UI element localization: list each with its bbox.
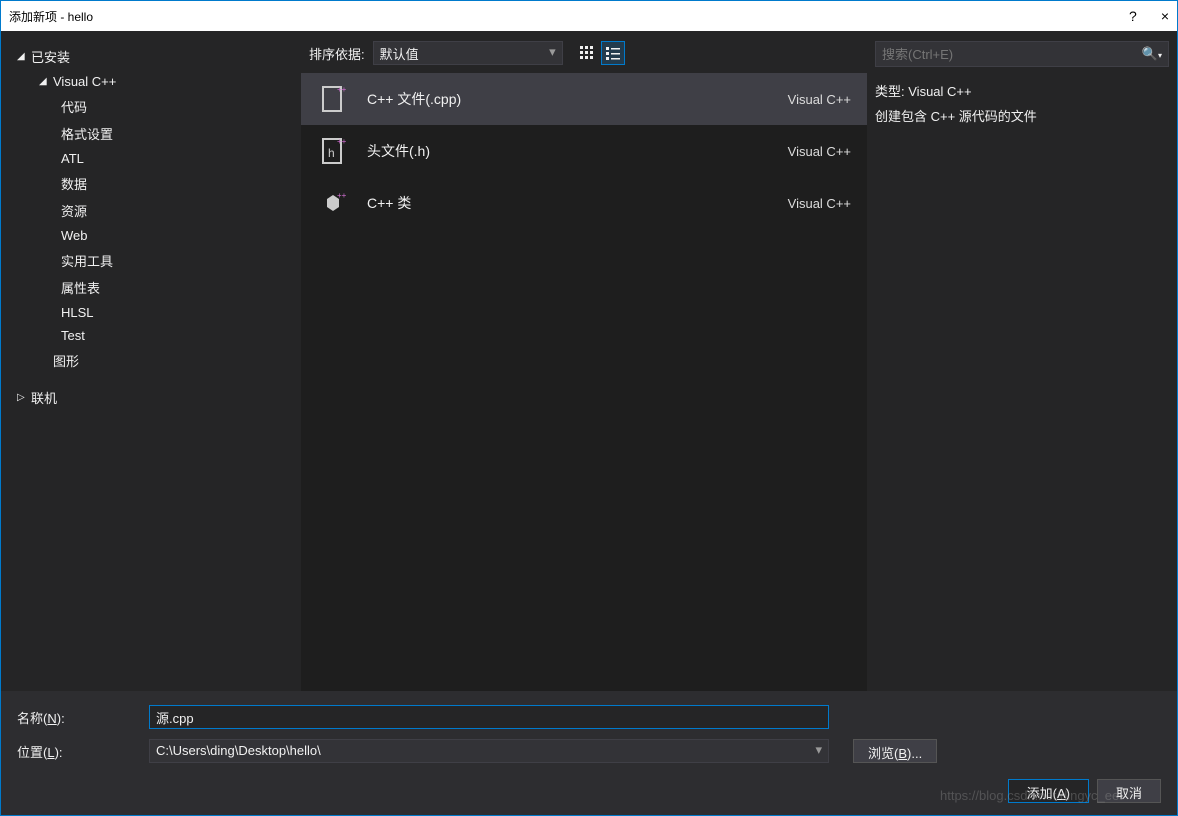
tree-test[interactable]: Test: [5, 324, 293, 347]
template-list: ++ C++ 文件(.cpp) Visual C++ h++ 头文件(.h) V…: [301, 73, 867, 691]
location-input[interactable]: C:\Users\ding\Desktop\hello\: [149, 739, 829, 763]
search-icon[interactable]: 🔍▾: [1142, 46, 1162, 62]
bottom-form: 名称(N): 位置(L): C:\Users\ding\Desktop\hell…: [1, 691, 1177, 813]
tree-web[interactable]: Web: [5, 224, 293, 247]
window-title: 添加新项 - hello: [9, 8, 1129, 25]
tree-visual-cpp[interactable]: ◢ Visual C++: [5, 70, 293, 93]
category-sidebar: ◢ 已安装 ◢ Visual C++ 代码 格式设置 ATL 数据 资源 Web…: [1, 31, 301, 691]
tree-online[interactable]: ▷ 联机: [5, 384, 293, 411]
tree-utility[interactable]: 实用工具: [5, 247, 293, 274]
list-icon: [606, 46, 620, 60]
template-name: C++ 类: [367, 193, 788, 213]
svg-text:++: ++: [337, 85, 347, 94]
template-name: C++ 文件(.cpp): [367, 89, 788, 109]
template-lang: Visual C++: [788, 196, 851, 211]
template-name: 头文件(.h): [367, 141, 788, 161]
tree-resource[interactable]: 资源: [5, 197, 293, 224]
tree-format[interactable]: 格式设置: [5, 120, 293, 147]
tree-installed[interactable]: ◢ 已安装: [5, 43, 293, 70]
location-label: 位置(L):: [17, 742, 149, 761]
type-label: 类型:: [875, 84, 905, 99]
view-grid-button[interactable]: [575, 41, 599, 65]
search-input[interactable]: [882, 47, 1142, 62]
tree-code[interactable]: 代码: [5, 93, 293, 120]
search-box[interactable]: 🔍▾: [875, 41, 1169, 67]
tree-label: 联机: [31, 388, 57, 407]
add-button[interactable]: 添加(A): [1008, 779, 1089, 803]
titlebar: 添加新项 - hello ? ×: [1, 1, 1177, 31]
sort-label: 排序依据:: [309, 44, 365, 63]
description: 创建包含 C++ 源代码的文件: [875, 106, 1169, 125]
tree-graphics[interactable]: 图形: [5, 347, 293, 374]
chevron-down-icon: ◢: [39, 76, 49, 87]
cpp-file-icon: ++: [317, 83, 349, 115]
tree-label: 已安装: [31, 47, 70, 66]
details-pane: 🔍▾ 类型: Visual C++ 创建包含 C++ 源代码的文件: [867, 31, 1177, 691]
template-cpp-class[interactable]: ++ C++ 类 Visual C++: [301, 177, 867, 229]
chevron-right-icon: ▷: [17, 392, 27, 403]
svg-text:h: h: [328, 146, 335, 160]
template-lang: Visual C++: [788, 144, 851, 159]
tree-label: Visual C++: [53, 74, 116, 89]
name-input[interactable]: [149, 705, 829, 729]
template-cpp-file[interactable]: ++ C++ 文件(.cpp) Visual C++: [301, 73, 867, 125]
tree-propsheet[interactable]: 属性表: [5, 274, 293, 301]
svg-text:++: ++: [337, 137, 347, 146]
chevron-down-icon: ◢: [17, 51, 27, 62]
help-button[interactable]: ?: [1129, 8, 1137, 24]
tree-data[interactable]: 数据: [5, 170, 293, 197]
type-line: 类型: Visual C++: [875, 81, 1169, 100]
type-value: Visual C++: [908, 84, 971, 99]
sort-dropdown[interactable]: 默认值: [373, 41, 563, 65]
tree-hlsl[interactable]: HLSL: [5, 301, 293, 324]
template-header: 排序依据: 默认值: [301, 31, 867, 73]
close-button[interactable]: ×: [1161, 8, 1169, 24]
name-label: 名称(N):: [17, 708, 149, 727]
template-lang: Visual C++: [788, 92, 851, 107]
svg-text:++: ++: [337, 191, 347, 200]
cancel-button[interactable]: 取消: [1097, 779, 1161, 803]
tree-atl[interactable]: ATL: [5, 147, 293, 170]
template-header-file[interactable]: h++ 头文件(.h) Visual C++: [301, 125, 867, 177]
browse-button[interactable]: 浏览(B)...: [853, 739, 937, 763]
tree-label: 图形: [53, 351, 79, 370]
view-list-button[interactable]: [601, 41, 625, 65]
header-file-icon: h++: [317, 135, 349, 167]
grid-icon: [580, 46, 594, 60]
cpp-class-icon: ++: [317, 187, 349, 219]
